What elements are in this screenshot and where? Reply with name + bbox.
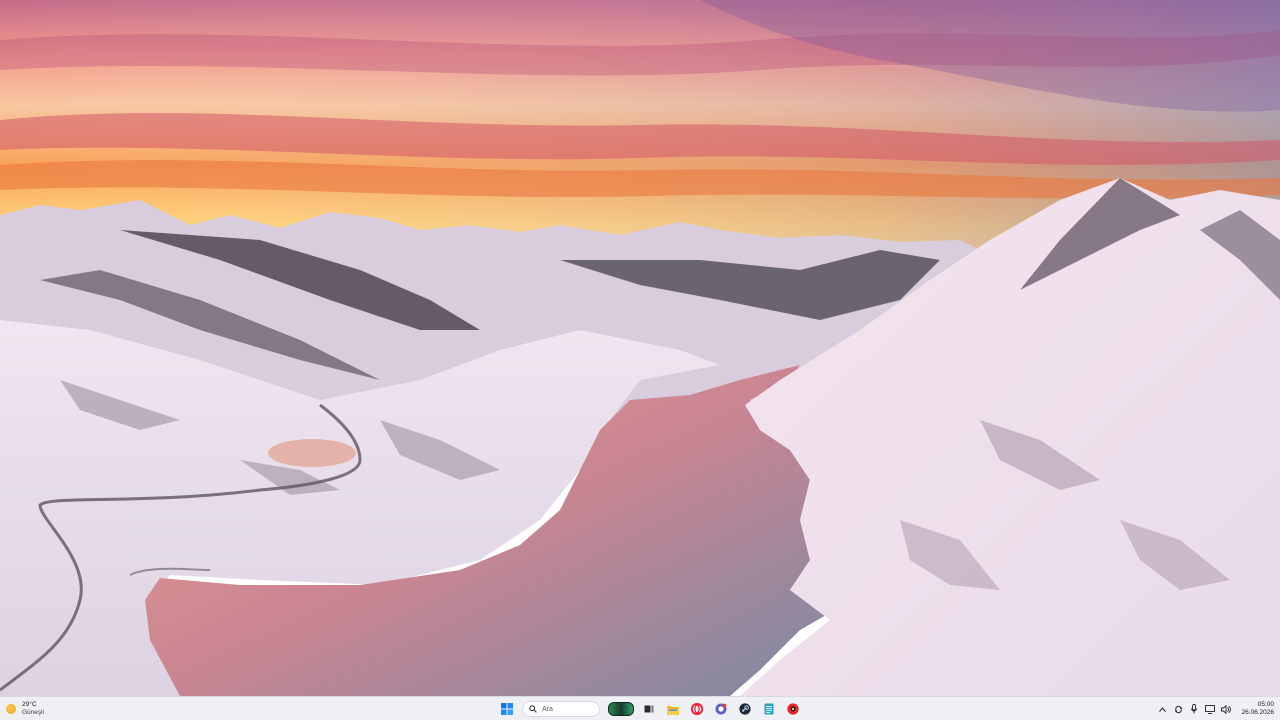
opera-button[interactable] xyxy=(688,700,706,718)
microphone-button[interactable] xyxy=(1189,703,1199,715)
wallpaper-image xyxy=(0,0,1280,696)
microphone-icon xyxy=(1191,704,1198,714)
search-placeholder: Ara xyxy=(542,705,553,713)
opera-icon xyxy=(691,703,703,715)
red-app-icon xyxy=(787,703,799,715)
red-app-button[interactable] xyxy=(784,700,802,718)
sun-icon xyxy=(6,704,16,714)
clock-time: 05:00 xyxy=(1257,701,1274,708)
chat-app-icon xyxy=(715,703,727,715)
task-view-icon xyxy=(644,705,654,713)
copilot-button[interactable] xyxy=(608,700,634,718)
search-input[interactable]: Ara xyxy=(522,701,600,717)
sync-icon xyxy=(1174,705,1183,713)
weather-widget[interactable]: 29°C Güneşli xyxy=(6,699,44,719)
taskbar: 29°C Güneşli Ara 05:00 26.06.2026 xyxy=(0,696,1280,720)
steam-icon xyxy=(739,703,751,715)
notepad-button[interactable] xyxy=(760,700,778,718)
network-button[interactable] xyxy=(1205,703,1216,715)
show-hidden-icons-button[interactable] xyxy=(1157,703,1167,715)
taskbar-center: Ara xyxy=(498,699,802,719)
system-tray: 05:00 26.06.2026 xyxy=(1157,699,1274,719)
start-icon xyxy=(501,703,513,715)
file-explorer-button[interactable] xyxy=(664,700,682,718)
search-icon xyxy=(529,705,537,713)
speaker-icon xyxy=(1221,704,1232,714)
start-button[interactable] xyxy=(498,700,516,718)
copilot-icon xyxy=(608,702,634,716)
weather-temperature: 29°C xyxy=(22,701,37,708)
monitor-icon xyxy=(1205,704,1216,714)
chevron-up-icon xyxy=(1159,706,1166,712)
clock-date: 26.06.2026 xyxy=(1241,709,1274,716)
notepad-icon xyxy=(764,703,774,715)
chat-app-button[interactable] xyxy=(712,700,730,718)
volume-button[interactable] xyxy=(1221,703,1232,715)
task-view-button[interactable] xyxy=(640,700,658,718)
weather-condition: Güneşli xyxy=(22,709,45,716)
file-explorer-icon xyxy=(667,705,679,715)
steam-button[interactable] xyxy=(736,700,754,718)
desktop[interactable] xyxy=(0,0,1280,696)
sync-tray-button[interactable] xyxy=(1173,703,1183,715)
clock[interactable]: 05:00 26.06.2026 xyxy=(1241,701,1274,717)
